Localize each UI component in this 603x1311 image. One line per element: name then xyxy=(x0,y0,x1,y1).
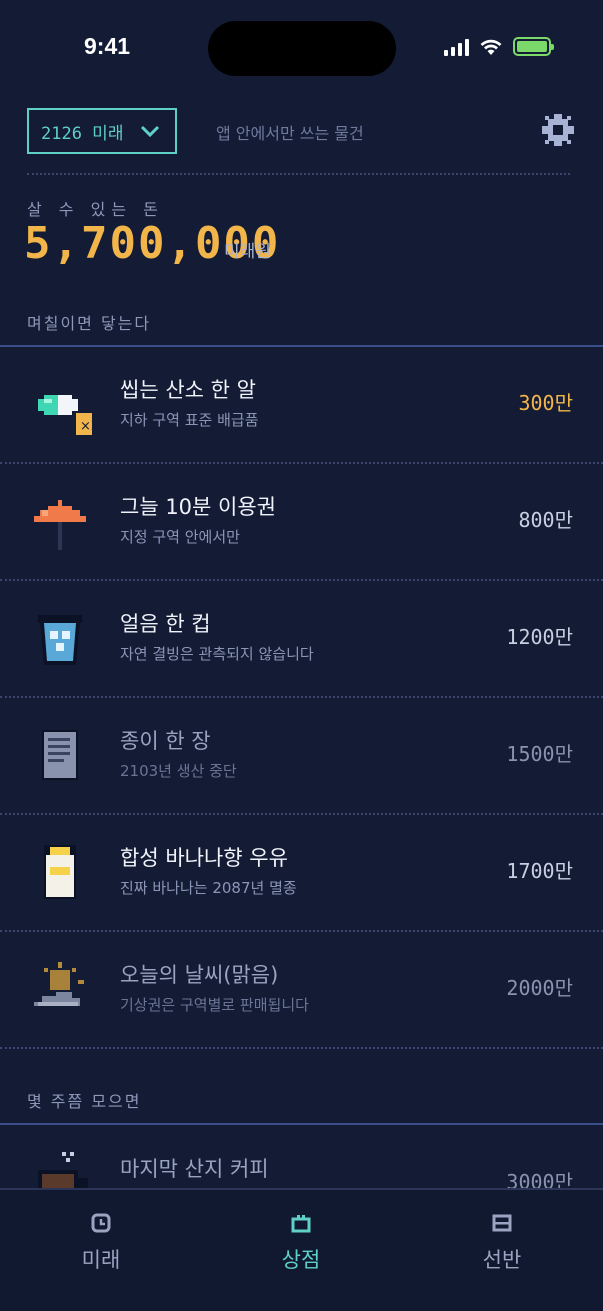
tab-shelf[interactable]: 선반 xyxy=(442,1212,562,1274)
item-description: 진짜 바나나는 2087년 멸종 xyxy=(120,879,297,897)
quantity-badge: ×2 xyxy=(80,419,92,434)
status-time: 9:41 xyxy=(84,33,131,59)
shop-item-paper[interactable]: 종이 한 장 2103년 생산 중단 1500만 xyxy=(0,698,603,815)
year-selector[interactable]: 2126 미래 xyxy=(27,108,177,154)
balance-label: 살 수 있는 돈 xyxy=(27,200,164,219)
item-description: 지하 구역 표준 배급품 xyxy=(120,411,259,429)
section-title: 몇 주쯤 모으면 xyxy=(27,1092,142,1111)
item-price: 300만 xyxy=(518,391,573,415)
section-divider xyxy=(0,1123,603,1125)
item-price: 1500만 xyxy=(506,742,573,766)
divider xyxy=(0,1047,603,1049)
clock-icon xyxy=(91,1213,111,1233)
status-bar: 9:41 xyxy=(0,0,603,100)
balance-unit: 미래원 xyxy=(224,242,271,262)
ice-cup-icon xyxy=(38,615,82,665)
banana-milk-icon xyxy=(44,845,76,899)
paper-sheet-icon xyxy=(42,730,78,780)
wifi-icon xyxy=(480,39,502,55)
item-name: 그늘 10분 이용권 xyxy=(120,495,276,519)
item-price: 2000만 xyxy=(506,976,573,1000)
tab-label: 미래 xyxy=(81,1248,121,1272)
section-title: 며칠이면 닿는다 xyxy=(27,314,152,333)
item-price: 1200만 xyxy=(506,625,573,649)
item-name: 씹는 산소 한 알 xyxy=(120,378,256,402)
item-description: 지정 구역 안에서만 xyxy=(120,528,240,546)
parasol-icon xyxy=(34,500,86,550)
divider xyxy=(27,173,570,175)
oxygen-pill-icon: ×2 xyxy=(38,395,92,435)
tab-bar: 미래 상점 선반 xyxy=(0,1188,603,1311)
tab-shop[interactable]: 상점 xyxy=(241,1212,361,1274)
tab-future[interactable]: 미래 xyxy=(41,1212,161,1274)
chevron-down-icon xyxy=(140,125,160,138)
battery-icon xyxy=(513,37,554,56)
tab-label: 상점 xyxy=(281,1248,321,1272)
shop-item-shade[interactable]: 그늘 10분 이용권 지정 구역 안에서만 800만 xyxy=(0,464,603,581)
dynamic-island xyxy=(208,21,396,76)
weather-sun-cloud-icon xyxy=(34,962,84,1006)
item-name: 합성 바나나향 우유 xyxy=(120,846,288,870)
year-label: 2126 미래 xyxy=(41,123,124,144)
item-description: 기상권은 구역별로 판매됩니다 xyxy=(120,996,309,1014)
shop-item-ice[interactable]: 얼음 한 컵 자연 결빙은 관측되지 않습니다 1200만 xyxy=(0,581,603,698)
shop-item-oxygen[interactable]: ×2 씹는 산소 한 알 지하 구역 표준 배급품 300만 xyxy=(0,347,603,464)
item-price: 800만 xyxy=(518,508,573,532)
shop-item-weather[interactable]: 오늘의 날씨(맑음) 기상권은 구역별로 판매됩니다 2000만 xyxy=(0,932,603,1049)
header-note: 앱 안에서만 쓰는 물건 xyxy=(216,124,364,143)
item-name: 종이 한 장 xyxy=(120,729,211,753)
shop-item-banana-milk[interactable]: 합성 바나나향 우유 진짜 바나나는 2087년 멸종 1700만 xyxy=(0,815,603,932)
item-name: 마지막 산지 커피 xyxy=(120,1157,269,1181)
system-icons xyxy=(444,37,554,56)
item-name: 오늘의 날씨(맑음) xyxy=(120,963,279,987)
item-name: 얼음 한 컵 xyxy=(120,612,211,636)
shop-icon xyxy=(291,1215,311,1233)
item-price: 1700만 xyxy=(506,859,573,883)
item-description: 2103년 생산 중단 xyxy=(120,762,237,780)
shelf-icon xyxy=(492,1214,512,1232)
cellular-signal-icon xyxy=(444,38,469,56)
settings-gear-icon[interactable] xyxy=(540,112,576,148)
item-description: 자연 결빙은 관측되지 않습니다 xyxy=(120,645,314,663)
tab-label: 선반 xyxy=(482,1248,522,1272)
